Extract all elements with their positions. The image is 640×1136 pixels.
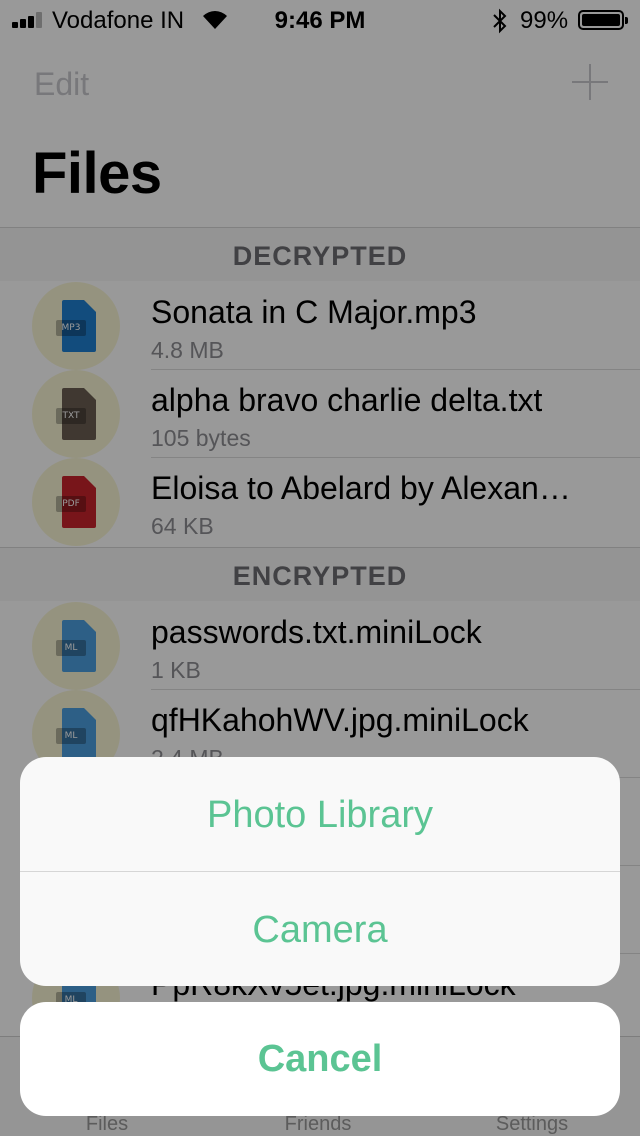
camera-button[interactable]: Camera: [20, 872, 620, 986]
cancel-button[interactable]: Cancel: [20, 1002, 620, 1116]
photo-library-button[interactable]: Photo Library: [20, 757, 620, 871]
action-sheet: Photo Library Camera: [20, 757, 620, 986]
